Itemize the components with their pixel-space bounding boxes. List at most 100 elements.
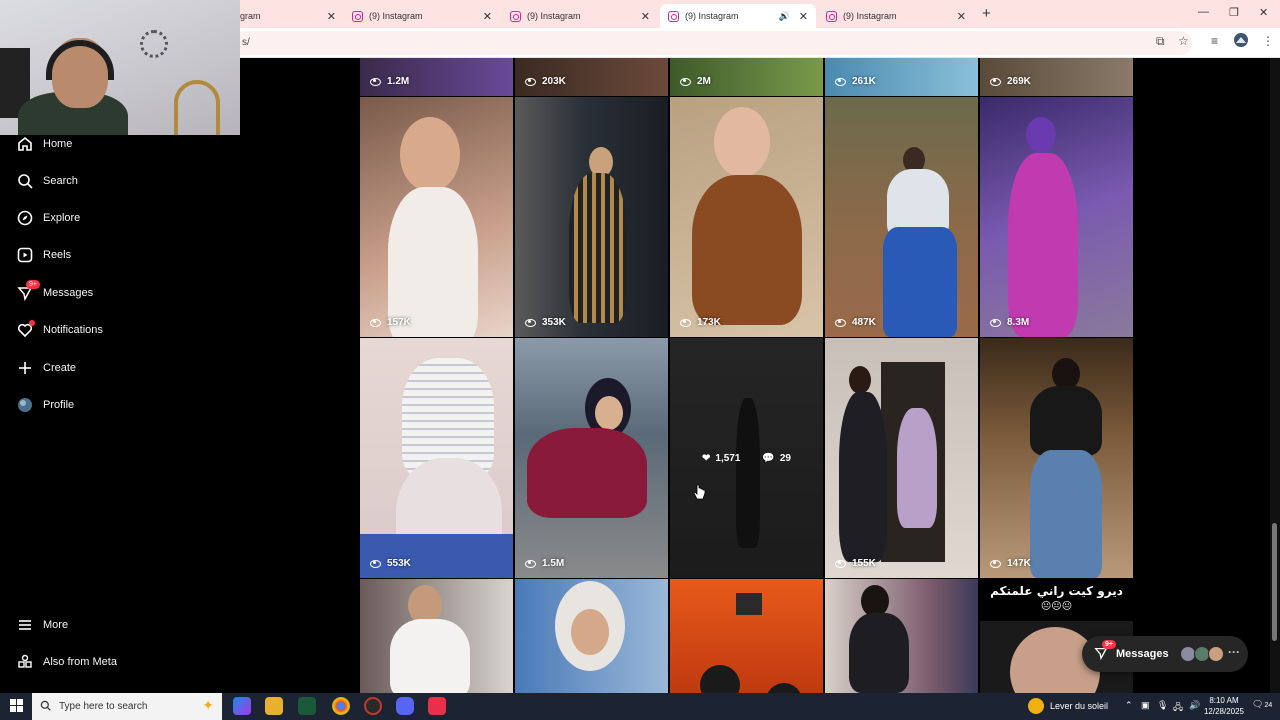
sidebar-item-also-from-meta[interactable]: Also from Meta — [16, 650, 117, 674]
reel-thumbnail[interactable]: 269K — [980, 58, 1133, 96]
tray-app-icon[interactable]: ▣ — [1141, 700, 1150, 711]
reel-thumbnail[interactable]: 1.2M — [360, 58, 513, 96]
reel-thumbnail[interactable]: 173K — [670, 97, 823, 337]
close-tab-icon[interactable]: ✕ — [641, 10, 650, 23]
reel-thumbnail[interactable] — [670, 579, 823, 693]
view-count: 269K — [990, 76, 1031, 87]
sidebar-item-home[interactable]: Home — [16, 132, 72, 156]
plus-icon — [16, 359, 34, 377]
media-control-icon[interactable]: ≡ — [1211, 34, 1218, 48]
view-count: 487K — [835, 317, 876, 328]
notification-dot — [29, 320, 35, 326]
reel-thumbnail[interactable]: 8.3M — [980, 97, 1133, 337]
network-icon[interactable]: 🖧 — [1173, 700, 1183, 716]
wall-mirror — [174, 80, 220, 135]
close-tab-icon[interactable]: ✕ — [327, 10, 336, 23]
speaker-icon[interactable]: 🔊 — [779, 11, 790, 22]
obs-icon[interactable] — [364, 697, 382, 715]
sidebar-item-messages[interactable]: 9+ Messages — [16, 280, 93, 305]
reel-thumbnail[interactable]: 353K — [515, 97, 668, 337]
instagram-icon — [668, 10, 679, 22]
sidebar-item-explore[interactable]: Explore — [16, 206, 80, 230]
browser-tab[interactable]: gram ✕ — [232, 4, 344, 28]
play-icon — [370, 77, 381, 86]
play-icon — [990, 318, 1001, 327]
reel-thumbnail[interactable]: 261K — [825, 58, 978, 96]
windows-taskbar: Type here to search ✦ Lever du soleil ⌃ … — [0, 693, 1280, 720]
play-icon — [525, 559, 536, 568]
search-icon — [40, 700, 51, 714]
sidebar-item-notifications[interactable]: Notifications — [16, 318, 103, 342]
chrome-icon[interactable] — [332, 697, 350, 715]
sidebar-item-more[interactable]: More — [16, 613, 68, 637]
reel-thumbnail[interactable] — [360, 579, 513, 693]
weather-text[interactable]: Lever du soleil — [1050, 701, 1108, 711]
reel-thumbnail[interactable]: 553K — [360, 338, 513, 578]
profile-avatar-icon[interactable] — [1234, 33, 1248, 50]
address-bar[interactable]: s/ — [232, 31, 1192, 55]
hover-stats-overlay: ❤ 1,571 💬 29 — [670, 338, 823, 578]
tab-title: (9) Instagram — [527, 11, 581, 21]
taskbar-clock[interactable]: 8:10 AM 12/28/2025 — [1202, 695, 1246, 717]
sidebar-item-profile[interactable]: Profile — [16, 393, 74, 417]
bookmark-star-icon[interactable]: ☆ — [1178, 34, 1189, 48]
reel-caption: ديرو كيت راني علمتكم 😐😐😐 — [980, 579, 1133, 621]
restore-icon[interactable]: ❐ — [1229, 6, 1239, 19]
browser-menu-icon[interactable]: ⋮ — [1262, 34, 1274, 48]
browser-tab[interactable]: (9) Instagram ✕ — [344, 4, 500, 28]
new-tab-button[interactable]: + — [982, 5, 991, 22]
window-close-icon[interactable]: ✕ — [1259, 6, 1268, 19]
page-scrollbar[interactable] — [1270, 58, 1280, 693]
windows-start-icon[interactable] — [10, 699, 23, 717]
discord-icon[interactable] — [396, 697, 414, 715]
view-count: 157K — [370, 317, 411, 328]
view-count: 1.5M — [525, 558, 564, 569]
minimize-icon[interactable]: — — [1198, 6, 1209, 18]
media-app-icon[interactable] — [428, 697, 446, 715]
sidebar-item-create[interactable]: Create — [16, 356, 76, 380]
reel-thumbnail[interactable]: 147K — [980, 338, 1133, 578]
view-count: 261K — [835, 76, 876, 87]
instagram-icon — [826, 10, 837, 22]
notification-center-icon[interactable]: 🗨24 — [1252, 699, 1272, 710]
install-app-icon[interactable]: ⧉ — [1156, 34, 1165, 49]
microphone-icon[interactable]: 🎙 — [1157, 700, 1168, 711]
browser-tab-active[interactable]: (9) Instagram 🔊 ✕ — [660, 4, 816, 28]
browser-tab[interactable]: (9) Instagram ✕ — [502, 4, 658, 28]
play-icon — [990, 77, 1001, 86]
play-icon — [525, 318, 536, 327]
copilot-icon[interactable] — [233, 697, 251, 715]
view-count: 1.2M — [370, 76, 409, 87]
volume-icon[interactable]: 🔊 — [1189, 700, 1200, 711]
store-icon[interactable] — [298, 697, 316, 715]
file-explorer-icon[interactable] — [265, 697, 283, 715]
messages-badge: 9+ — [26, 280, 40, 289]
close-tab-icon[interactable]: ✕ — [957, 10, 966, 23]
headset — [46, 40, 114, 80]
sidebar-item-search[interactable]: Search — [16, 169, 78, 193]
close-tab-icon[interactable]: ✕ — [483, 10, 492, 23]
reel-thumbnail[interactable] — [515, 579, 668, 693]
reel-thumbnail[interactable] — [825, 579, 978, 693]
reel-thumbnail[interactable]: 2M — [670, 58, 823, 96]
reel-thumbnail-hovered[interactable]: ❤ 1,571 💬 29 — [670, 338, 823, 578]
tray-chevron-icon[interactable]: ⌃ — [1125, 700, 1133, 711]
heart-filled-icon: ❤ — [702, 452, 711, 464]
compass-icon — [16, 209, 34, 227]
tab-title: gram — [240, 11, 261, 21]
reel-thumbnail[interactable]: 203K — [515, 58, 668, 96]
more-icon[interactable]: ··· — [1228, 645, 1240, 659]
reel-thumbnail[interactable]: 487K — [825, 97, 978, 337]
reel-thumbnail[interactable]: 155K — [825, 338, 978, 578]
taskbar-search-box[interactable]: Type here to search ✦ — [32, 693, 222, 720]
close-tab-icon[interactable]: ✕ — [799, 10, 808, 23]
scrollbar-thumb[interactable] — [1272, 523, 1277, 641]
reel-thumbnail[interactable]: 157K — [360, 97, 513, 337]
messages-floating-button[interactable]: 9+ Messages ··· — [1082, 636, 1248, 672]
taskbar-search-placeholder: Type here to search — [59, 701, 148, 712]
heart-icon — [16, 320, 35, 339]
reels-icon — [16, 246, 34, 264]
reel-thumbnail[interactable]: 1.5M — [515, 338, 668, 578]
sidebar-item-reels[interactable]: Reels — [16, 243, 71, 267]
browser-tab[interactable]: (9) Instagram ✕ — [818, 4, 974, 28]
